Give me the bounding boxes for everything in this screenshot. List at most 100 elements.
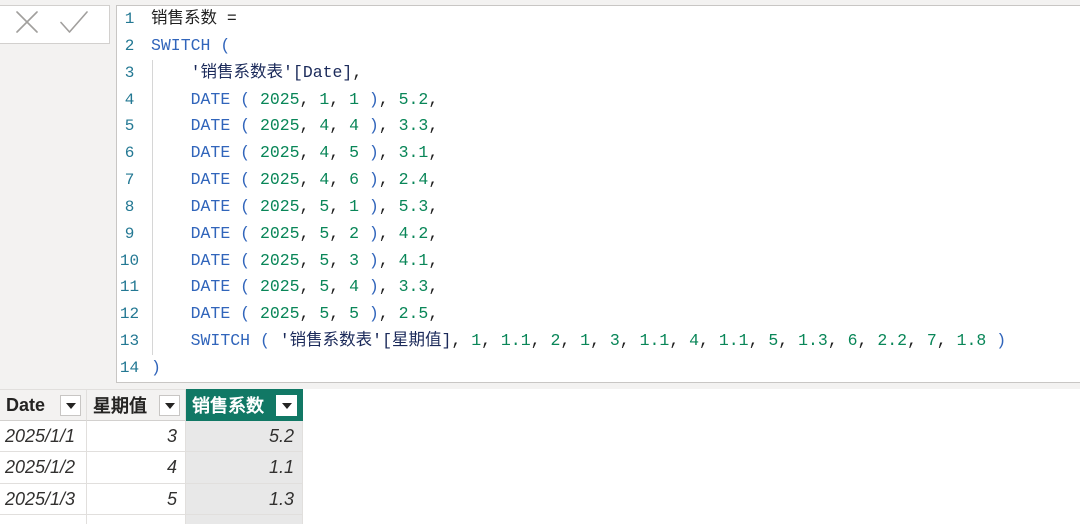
line-number: 5 (124, 117, 135, 136)
line-number: 10 (119, 251, 140, 270)
code-number-literal: 4.2 (398, 223, 429, 243)
code-number-literal: 1 (349, 89, 359, 109)
code-text[interactable]: DATE ( 2025, 5, 1 ), 5.3, (151, 194, 439, 221)
column-header-date[interactable]: Date (0, 389, 87, 421)
code-parenthesis: ( (259, 331, 270, 351)
table-cell-weekday-value[interactable]: 3 (87, 421, 186, 452)
formula-editor[interactable]: 1 销售系数 = 2 SWITCH ( 3 '销售系数表'[Date], 4 D… (116, 5, 1080, 383)
code-line[interactable]: 9 DATE ( 2025, 5, 2 ), 4.2, (117, 221, 1080, 248)
code-line[interactable]: 14 ) (117, 355, 1080, 382)
code-number-literal: 5 (768, 331, 779, 351)
table-cell-sales-coefficient[interactable]: 1.3 (186, 484, 303, 515)
code-plain-token: , (329, 196, 350, 216)
code-plain-token (230, 170, 240, 189)
code-plain-token (359, 90, 369, 109)
code-parenthesis: ) (368, 304, 379, 324)
code-plain-token (230, 197, 240, 216)
empty-cell (0, 515, 87, 524)
code-line[interactable]: 5 DATE ( 2025, 4, 4 ), 3.3, (117, 113, 1080, 140)
table-cell-date[interactable]: 2025/1/2 (0, 452, 87, 484)
table-cell-sales-coefficient[interactable]: 1.1 (186, 452, 303, 484)
table-cell-weekday-value[interactable]: 5 (87, 484, 186, 515)
code-parenthesis: ) (368, 277, 379, 297)
code-plain-token (151, 116, 191, 135)
code-plain-token (250, 116, 260, 135)
code-plain-token: , (857, 331, 878, 351)
code-line[interactable]: 7 DATE ( 2025, 4, 6 ), 2.4, (117, 167, 1080, 194)
column-filter-button[interactable] (60, 395, 81, 416)
code-plain-token (986, 331, 996, 350)
code-plain-token: , (428, 223, 439, 243)
code-text[interactable]: DATE ( 2025, 4, 5 ), 3.1, (151, 140, 439, 167)
column-header-label: Date (6, 394, 46, 415)
code-number-literal: 1 (471, 331, 482, 351)
code-column-reference: [星期值] (382, 331, 452, 351)
code-number-literal: 1 (349, 196, 359, 216)
code-plain-token (151, 197, 191, 216)
code-text[interactable]: DATE ( 2025, 5, 2 ), 4.2, (151, 221, 439, 248)
code-line[interactable]: 3 '销售系数表'[Date], (117, 60, 1080, 87)
code-text[interactable]: DATE ( 2025, 4, 6 ), 2.4, (151, 167, 439, 194)
cancel-formula-button[interactable] (16, 11, 38, 33)
code-function-name: DATE (190, 116, 231, 136)
code-plain-token: , (329, 143, 350, 163)
code-text[interactable]: DATE ( 2025, 5, 3 ), 4.1, (151, 248, 439, 275)
formula-bar: 1 销售系数 = 2 SWITCH ( 3 '销售系数表'[Date], 4 D… (0, 0, 1080, 389)
code-number-literal: 1 (319, 89, 330, 109)
code-text[interactable]: DATE ( 2025, 1, 1 ), 5.2, (151, 87, 439, 114)
code-plain-token (151, 331, 191, 350)
column-filter-button[interactable] (159, 395, 180, 416)
code-number-literal: 2025 (259, 196, 300, 216)
check-icon (60, 11, 88, 33)
code-plain-token (151, 224, 191, 243)
code-text[interactable]: SWITCH ( (151, 33, 230, 60)
code-number-literal: 6 (847, 331, 858, 351)
code-plain-token: , (352, 62, 363, 82)
code-parenthesis: ) (368, 170, 379, 190)
code-text[interactable]: DATE ( 2025, 4, 4 ), 3.3, (151, 113, 439, 140)
empty-cell (186, 515, 303, 524)
table-cell-date[interactable]: 2025/1/1 (0, 421, 87, 452)
code-number-literal: 4.1 (398, 250, 429, 270)
code-parenthesis: ( (240, 170, 251, 190)
code-text[interactable]: DATE ( 2025, 5, 5 ), 2.5, (151, 301, 439, 328)
code-number-literal: 2025 (259, 304, 300, 324)
code-line[interactable]: 10 DATE ( 2025, 5, 3 ), 4.1, (117, 248, 1080, 275)
line-number: 3 (124, 63, 135, 82)
code-plain-token (250, 224, 260, 243)
code-number-literal: 5 (319, 196, 330, 216)
code-plain-token: , (481, 331, 501, 351)
code-number-literal: 7 (926, 331, 937, 351)
code-line[interactable]: 11 DATE ( 2025, 5, 4 ), 3.3, (117, 274, 1080, 301)
code-text[interactable]: '销售系数表'[Date], (151, 60, 363, 87)
code-line[interactable]: 4 DATE ( 2025, 1, 1 ), 5.2, (117, 87, 1080, 114)
code-number-literal: 5 (319, 304, 330, 324)
code-line[interactable]: 2 SWITCH ( (117, 33, 1080, 60)
code-plain-token: , (451, 331, 472, 351)
code-number-literal: 4 (349, 277, 359, 297)
code-parenthesis: ) (368, 223, 379, 243)
line-number: 6 (124, 144, 135, 163)
table-cell-date[interactable]: 2025/1/3 (0, 484, 87, 515)
code-line[interactable]: 13 SWITCH ( '销售系数表'[星期值], 1, 1.1, 2, 1, … (117, 328, 1080, 355)
code-text[interactable]: SWITCH ( '销售系数表'[星期值], 1, 1.1, 2, 1, 3, … (151, 328, 1007, 355)
code-text[interactable]: ) (151, 355, 161, 382)
code-text[interactable]: DATE ( 2025, 5, 4 ), 3.3, (151, 274, 439, 301)
code-line[interactable]: 1 销售系数 = (117, 6, 1080, 33)
table-cell-weekday-value[interactable]: 4 (87, 452, 186, 484)
column-header-weekday-value[interactable]: 星期值 (87, 389, 186, 421)
table-cell-sales-coefficient[interactable]: 5.2 (186, 421, 303, 452)
column-filter-button[interactable] (276, 395, 297, 416)
code-line[interactable]: 6 DATE ( 2025, 4, 5 ), 3.1, (117, 140, 1080, 167)
code-function-name: DATE (190, 250, 231, 270)
code-line[interactable]: 8 DATE ( 2025, 5, 1 ), 5.3, (117, 194, 1080, 221)
column-header-sales-coefficient[interactable]: 销售系数 (186, 389, 303, 421)
code-function-name: DATE (190, 304, 231, 324)
code-line[interactable]: 12 DATE ( 2025, 5, 5 ), 2.5, (117, 301, 1080, 328)
commit-formula-button[interactable] (60, 11, 88, 33)
code-text[interactable]: 销售系数 = (151, 6, 237, 33)
code-plain-token: , (530, 331, 551, 351)
code-plain-token: , (378, 116, 399, 136)
code-plain-token: , (299, 250, 320, 270)
code-parenthesis: ) (368, 116, 379, 136)
